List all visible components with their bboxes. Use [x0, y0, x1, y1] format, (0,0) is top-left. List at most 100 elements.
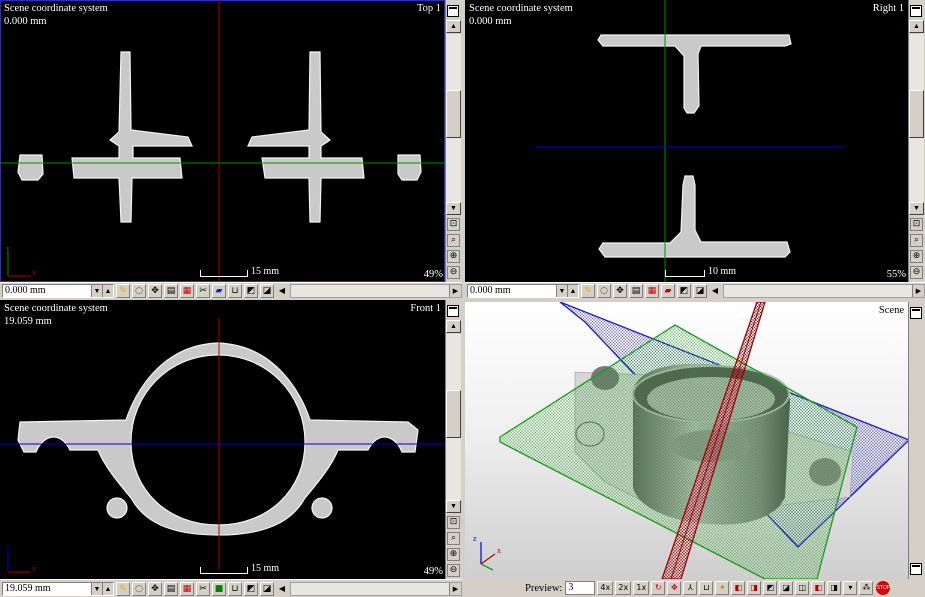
zoom-icon[interactable]: ⌕	[447, 532, 460, 545]
color-map-icon[interactable]: ▦	[180, 581, 194, 596]
scroll-up-icon[interactable]: ▲	[446, 320, 461, 333]
slice-position-field[interactable]: 0.000 mm ▼ ▲	[467, 283, 579, 298]
zoom-1x-button[interactable]: 1x	[633, 581, 650, 595]
scissors-icon[interactable]: ✂	[196, 283, 210, 298]
toolbar-left-icon[interactable]: ◀	[709, 284, 721, 298]
ruler-icon[interactable]: ⊔	[228, 581, 242, 596]
ruler-icon[interactable]: ⊔	[228, 283, 242, 298]
fit-view-icon[interactable]: ⊡	[447, 218, 460, 231]
top-view[interactable]: Scene coordinate system 0.000 mm Top 1 y…	[0, 0, 446, 283]
scale-bar: 15 mm	[200, 266, 279, 277]
color-map-icon[interactable]: ▦	[645, 283, 659, 298]
top-view-canvas[interactable]	[0, 0, 445, 282]
view-bottom-icon[interactable]: ◧	[811, 581, 826, 595]
display-icon[interactable]: ▤	[164, 283, 178, 298]
axis-x-label: x	[497, 546, 501, 555]
right-view-canvas[interactable]	[465, 0, 908, 282]
preview-level-field[interactable]: 3	[565, 581, 596, 595]
view-menu-icon[interactable]: ▾	[843, 581, 858, 595]
toolbar-hscroll[interactable]: ▶	[290, 581, 462, 596]
zoom-out-icon[interactable]: ⊖	[910, 266, 923, 279]
view-top-icon[interactable]: ◫	[795, 581, 810, 595]
highlight-icon[interactable]: ✎	[116, 283, 130, 298]
maximize-icon[interactable]	[910, 5, 922, 17]
light-icon[interactable]: ✦	[715, 581, 730, 595]
maximize-scene-icon[interactable]	[910, 563, 922, 575]
fit-view-icon[interactable]: ⊡	[447, 516, 460, 529]
plane-color-icon[interactable]: ▰	[661, 283, 675, 298]
toolbar-hscroll[interactable]: ▶	[290, 283, 462, 298]
front-view-vscroll[interactable]: ▲ ▼ ⊡ ⌕ ⊕ ⊖	[445, 300, 461, 579]
scene-axis-triad	[480, 542, 496, 571]
view-left-icon[interactable]: ◩	[763, 581, 778, 595]
lasso-icon[interactable]: ◌	[597, 283, 611, 298]
toolbar-hscroll[interactable]: ▶	[723, 283, 925, 298]
scene-canvas[interactable]	[465, 302, 908, 579]
settings-icon[interactable]: ⁂	[859, 581, 874, 595]
scroll-down-icon[interactable]: ▼	[446, 202, 461, 215]
scroll-down-icon[interactable]: ▼	[909, 202, 924, 215]
zoom-level: 49%	[423, 566, 443, 577]
maximize-icon[interactable]	[447, 5, 459, 17]
scene-view[interactable]: Scene z x	[465, 302, 908, 579]
grayscale-icon[interactable]: ◩	[677, 283, 691, 298]
pan-icon[interactable]: ✥	[148, 581, 162, 596]
scroll-thumb[interactable]	[446, 390, 461, 438]
zoom-icon[interactable]: ⌕	[447, 234, 460, 247]
toolbar-left-icon[interactable]: ◀	[276, 582, 288, 596]
maximize-icon[interactable]	[910, 307, 922, 319]
zoom-in-icon[interactable]: ⊕	[447, 548, 460, 561]
zoom-in-icon[interactable]: ⊕	[910, 250, 923, 263]
ruler-icon[interactable]: ⊔	[699, 581, 714, 595]
scissors-icon[interactable]: ✂	[196, 581, 210, 596]
slice-position-field[interactable]: 19.059 mm ▼ ▲	[2, 581, 114, 596]
scale-bar: 10 mm	[665, 266, 736, 277]
right-view[interactable]: Scene coordinate system 0.000 mm Right 1…	[465, 0, 908, 282]
highlight-icon[interactable]: ✎	[116, 581, 130, 596]
grayscale-alt-icon[interactable]: ◪	[260, 581, 274, 596]
view-front-icon[interactable]: ◧	[731, 581, 746, 595]
view-right-icon[interactable]: ◪	[779, 581, 794, 595]
lasso-icon[interactable]: ◌	[132, 581, 146, 596]
scroll-thumb[interactable]	[909, 90, 924, 138]
highlight-icon[interactable]: ✎	[581, 283, 595, 298]
front-view-canvas[interactable]	[0, 300, 445, 579]
move-icon[interactable]: ✥	[667, 581, 682, 595]
right-view-vscroll[interactable]: ▲ ▼ ⊡ ⌕ ⊕ ⊖	[908, 0, 924, 282]
front-slice-flange	[17, 342, 419, 536]
axis-icon[interactable]: ⅄	[683, 581, 698, 595]
scroll-down-icon[interactable]: ▼	[446, 500, 461, 513]
grayscale-icon[interactable]: ◩	[244, 581, 258, 596]
zoom-4x-button[interactable]: 4x	[597, 581, 614, 595]
view-title: Top 1	[416, 3, 441, 14]
color-map-icon[interactable]: ▦	[180, 283, 194, 298]
pan-icon[interactable]: ✥	[613, 283, 627, 298]
display-icon[interactable]: ▤	[629, 283, 643, 298]
slice-position-field[interactable]: 0.000 mm ▼ ▲	[2, 283, 114, 298]
grayscale-alt-icon[interactable]: ◪	[260, 283, 274, 298]
plane-color-icon[interactable]: ▰	[212, 283, 226, 298]
lasso-icon[interactable]: ◌	[132, 283, 146, 298]
maximize-icon[interactable]	[447, 305, 459, 317]
stop-icon[interactable]: STOP	[876, 581, 891, 595]
view-back-icon[interactable]: ◨	[747, 581, 762, 595]
zoom-in-icon[interactable]: ⊕	[447, 250, 460, 263]
top-view-vscroll[interactable]: ▲ ▼ ⊡ ⌕ ⊕ ⊖	[445, 0, 461, 282]
plane-color-icon[interactable]: ■	[212, 581, 226, 596]
scroll-up-icon[interactable]: ▲	[909, 20, 924, 33]
scroll-thumb[interactable]	[446, 90, 461, 138]
zoom-icon[interactable]: ⌕	[910, 234, 923, 247]
pan-icon[interactable]: ✥	[148, 283, 162, 298]
scroll-up-icon[interactable]: ▲	[446, 20, 461, 33]
zoom-2x-button[interactable]: 2x	[615, 581, 632, 595]
grayscale-icon[interactable]: ◩	[244, 283, 258, 298]
toolbar-left-icon[interactable]: ◀	[276, 284, 288, 298]
view-iso-icon[interactable]: ◨	[827, 581, 842, 595]
rotate-icon[interactable]: ↻	[651, 581, 666, 595]
display-icon[interactable]: ▤	[164, 581, 178, 596]
zoom-out-icon[interactable]: ⊖	[447, 266, 460, 279]
front-view[interactable]: Scene coordinate system 19.059 mm Front …	[0, 300, 445, 579]
grayscale-alt-icon[interactable]: ◪	[693, 283, 707, 298]
zoom-out-icon[interactable]: ⊖	[447, 564, 460, 577]
fit-view-icon[interactable]: ⊡	[910, 218, 923, 231]
